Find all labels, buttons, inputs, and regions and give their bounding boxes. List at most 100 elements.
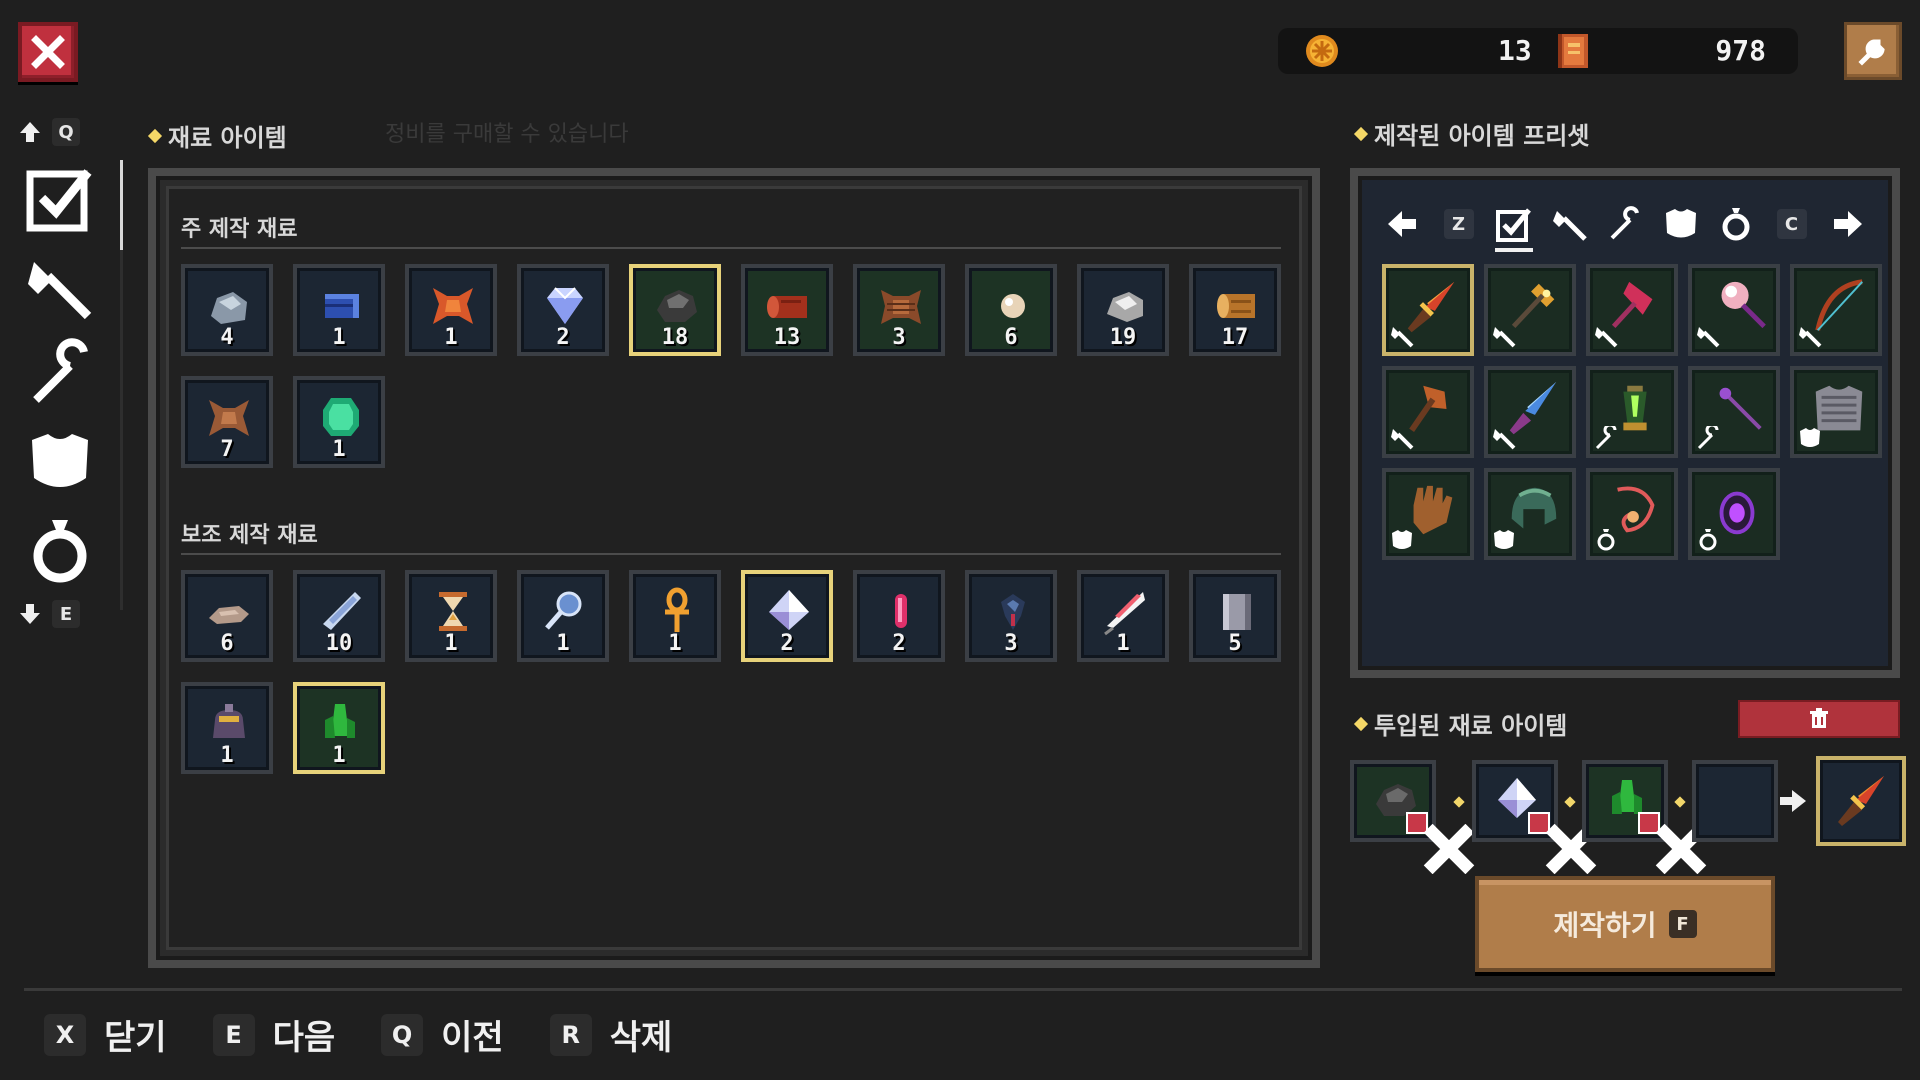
weapon-type-icon <box>1799 327 1822 348</box>
preset-slot[interactable] <box>1688 468 1780 560</box>
remove-input-button[interactable] <box>1528 812 1597 874</box>
preset-slot[interactable] <box>1382 264 1474 356</box>
hint-prev[interactable]: Q 이전 <box>381 1010 504 1059</box>
preset-slot[interactable] <box>1790 264 1882 356</box>
material-count: 3 <box>892 325 906 350</box>
material-slot[interactable]: 10 <box>293 570 385 662</box>
material-slot[interactable]: 1 <box>517 570 609 662</box>
material-slot[interactable]: 1 <box>181 682 273 774</box>
preset-slot[interactable] <box>1484 264 1576 356</box>
material-slot[interactable]: 1 <box>405 264 497 356</box>
check-box-icon <box>1496 208 1531 242</box>
check-box-icon <box>26 169 92 232</box>
material-slot[interactable]: 1 <box>293 682 385 774</box>
material-slot[interactable]: 3 <box>965 570 1057 662</box>
material-slot[interactable]: 1 <box>293 264 385 356</box>
settings-wrench-button[interactable] <box>1844 22 1902 80</box>
input-slot-empty[interactable] <box>1692 760 1778 842</box>
hammer-icon <box>1552 211 1587 241</box>
next-category-hint[interactable]: E <box>18 600 128 628</box>
key-e: E <box>52 600 80 628</box>
preset-slot[interactable] <box>1586 468 1678 560</box>
material-slot[interactable]: 1 <box>405 570 497 662</box>
material-slot[interactable]: 13 <box>741 264 833 356</box>
hint-label: 삭제 <box>609 1018 673 1058</box>
key-z: Z <box>1443 209 1474 239</box>
hint-next[interactable]: E 다음 <box>212 1010 335 1059</box>
close-button[interactable] <box>18 22 78 82</box>
hint-close[interactable]: X 닫기 <box>44 1010 167 1059</box>
material-count: 17 <box>1221 325 1249 350</box>
preset-slot[interactable] <box>1382 468 1474 560</box>
coin-count: 13 <box>1498 34 1532 67</box>
hint-label: 닫기 <box>104 1018 167 1058</box>
material-count: 4 <box>220 325 234 350</box>
preset-prev-arrow[interactable] <box>1380 202 1426 246</box>
preset-slot[interactable] <box>1484 468 1576 560</box>
material-slot[interactable]: 2 <box>741 570 833 662</box>
arrow-right-icon <box>1834 211 1862 237</box>
armor-icon <box>1665 209 1696 238</box>
material-slot[interactable]: 3 <box>853 264 945 356</box>
preset-tab-weapon[interactable] <box>1547 202 1593 246</box>
currency-bar: 13 978 <box>1278 28 1798 74</box>
material-slot[interactable]: 17 <box>1189 264 1281 356</box>
clear-inputs-button[interactable] <box>1738 700 1900 738</box>
remove-input-button[interactable] <box>1406 812 1475 874</box>
category-weapon[interactable] <box>18 244 102 328</box>
preset-tab-all[interactable] <box>1491 202 1537 252</box>
preset-slot[interactable] <box>1484 366 1576 458</box>
preset-slot[interactable] <box>1688 366 1780 458</box>
material-count: 1 <box>1116 631 1130 656</box>
material-slot[interactable]: 5 <box>1189 570 1281 662</box>
material-count: 1 <box>444 631 458 656</box>
craft-button[interactable]: 제작하기 F <box>1475 876 1775 972</box>
preset-tab-accessory[interactable] <box>1713 202 1759 246</box>
prev-category-hint[interactable]: Q <box>18 118 128 146</box>
staff-type-icon <box>1697 426 1719 450</box>
remove-input-button[interactable] <box>1638 812 1707 874</box>
category-all[interactable] <box>18 156 102 240</box>
material-slot[interactable]: 19 <box>1077 264 1169 356</box>
hint-delete[interactable]: R 삭제 <box>549 1010 673 1059</box>
ghost-hint-text: 정비를 구매할 수 있습니다 <box>385 122 629 147</box>
preset-tab-armor[interactable] <box>1658 202 1704 246</box>
material-slot[interactable]: 1 <box>293 376 385 468</box>
bottom-divider <box>24 988 1902 991</box>
preset-slot[interactable] <box>1790 366 1882 458</box>
preset-tabs: Z C <box>1380 202 1870 252</box>
preset-tab-staff[interactable] <box>1602 202 1648 246</box>
category-armor[interactable] <box>18 420 102 504</box>
preset-slot[interactable] <box>1688 264 1780 356</box>
hint-key: R <box>549 1013 592 1056</box>
material-slot[interactable]: 18 <box>629 264 721 356</box>
sub-materials-title: 보조 제작 재료 <box>181 523 318 548</box>
material-slot[interactable]: 4 <box>181 264 273 356</box>
close-icon <box>31 35 65 69</box>
preset-next-arrow[interactable] <box>1824 202 1870 246</box>
material-slot[interactable]: 1 <box>629 570 721 662</box>
material-slot[interactable]: 2 <box>517 264 609 356</box>
input-slot[interactable] <box>1472 760 1597 874</box>
arrow-down-icon <box>20 604 40 624</box>
material-slot[interactable]: 6 <box>965 264 1057 356</box>
arrow-right-icon <box>1780 790 1806 812</box>
category-accessory[interactable] <box>18 508 102 592</box>
ring-icon <box>33 520 87 583</box>
material-slot[interactable]: 7 <box>181 376 273 468</box>
input-slot[interactable] <box>1350 760 1475 874</box>
input-slot[interactable] <box>1582 760 1707 874</box>
preset-slot[interactable] <box>1586 366 1678 458</box>
category-staff[interactable] <box>18 332 102 416</box>
material-slot[interactable]: 1 <box>1077 570 1169 662</box>
material-slot[interactable]: 2 <box>853 570 945 662</box>
weapon-type-icon <box>1391 429 1414 450</box>
materials-heading: 재료 아이템 <box>147 118 287 153</box>
presets-heading: 제작된 아이템 프리셋 <box>1353 116 1589 151</box>
result-slot[interactable] <box>1816 756 1906 846</box>
weapon-type-icon <box>1595 327 1618 348</box>
preset-next-key: C <box>1769 202 1815 246</box>
material-slot[interactable]: 6 <box>181 570 273 662</box>
preset-slot[interactable] <box>1382 366 1474 458</box>
preset-slot[interactable] <box>1586 264 1678 356</box>
